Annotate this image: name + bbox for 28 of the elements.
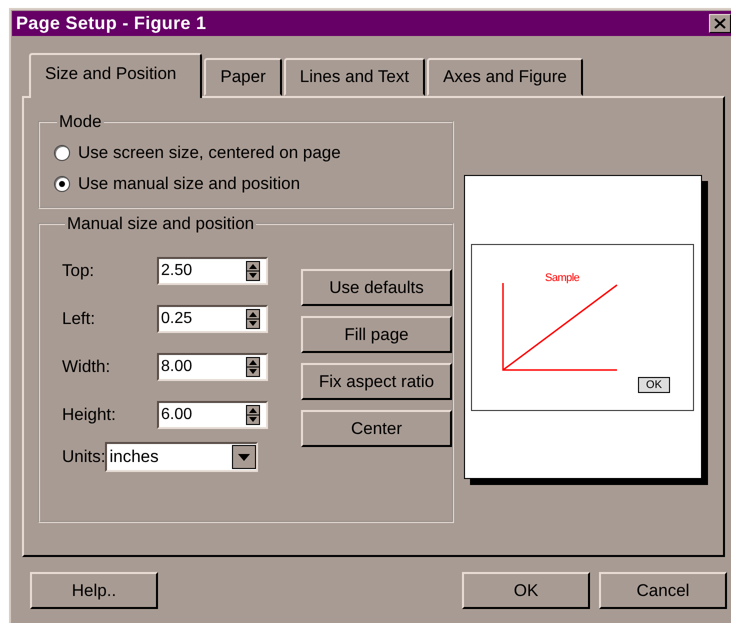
action-button[interactable]: Fill page — [301, 316, 452, 353]
tab[interactable]: Size and Position — [29, 53, 202, 98]
close-button[interactable] — [709, 14, 731, 33]
group-label: Mode — [58, 112, 103, 132]
field-label: Units: — [62, 447, 106, 467]
window-title: Page Setup - Figure 1 — [16, 13, 206, 34]
plot-title: Sample — [545, 272, 580, 284]
tab[interactable]: Axes and Figure — [427, 58, 583, 96]
radio-label: Use manual size and position — [78, 174, 300, 194]
field-label: Height: — [62, 405, 117, 425]
caret-icon — [232, 445, 256, 469]
dialog-button[interactable]: Cancel — [599, 572, 727, 609]
action-button[interactable]: Use defaults — [301, 269, 452, 306]
tab[interactable]: Lines and Text — [284, 58, 426, 96]
field-label: Top: — [62, 261, 96, 281]
tab[interactable]: Paper — [204, 58, 282, 96]
field-label: Width: — [62, 357, 112, 377]
radio-label: Use screen size, centered on page — [78, 143, 341, 163]
units-dropdown[interactable]: inches — [105, 442, 258, 472]
radio-button[interactable] — [54, 176, 70, 192]
dialog-button[interactable]: Help.. — [30, 572, 158, 609]
action-button[interactable]: Center — [301, 410, 452, 447]
group-label: Manual size and position — [66, 214, 256, 234]
close-icon — [714, 18, 726, 29]
dialog-button[interactable]: OK — [462, 572, 590, 609]
field-label: Left: — [62, 309, 96, 329]
radio-button[interactable] — [54, 145, 70, 161]
action-button[interactable]: Fix aspect ratio — [301, 363, 452, 400]
